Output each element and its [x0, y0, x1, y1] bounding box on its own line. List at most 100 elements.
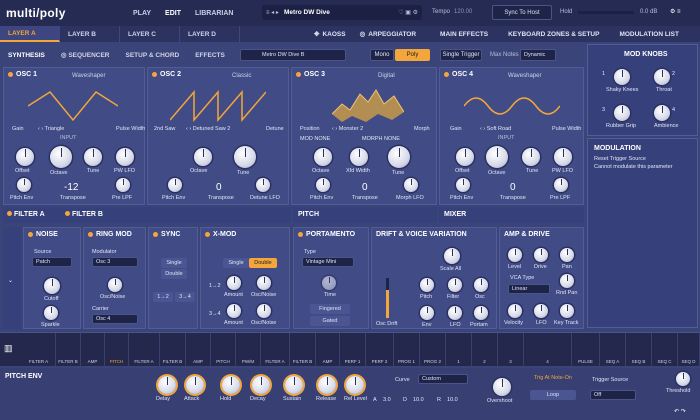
tab-keyboard-zones[interactable]: KEYBOARD ZONES & SETUP: [508, 31, 599, 38]
power-icon[interactable]: [65, 211, 70, 216]
xmod-amount-2-knob[interactable]: [227, 304, 241, 318]
curve-select[interactable]: Custom: [418, 374, 468, 384]
amp-lfo-knob[interactable]: [534, 304, 548, 318]
attack-curve-value[interactable]: 3.0: [383, 397, 391, 403]
poly-button[interactable]: Poly: [395, 49, 430, 61]
preset-icons[interactable]: ♡ ▣ ⚙: [398, 9, 418, 16]
env-knob-2[interactable]: [222, 376, 240, 394]
single-trigger-button[interactable]: Single Trigger: [440, 49, 482, 61]
octave-knob[interactable]: [50, 146, 72, 168]
osc-knob[interactable]: [474, 278, 488, 292]
layer-a-tab[interactable]: LAYER A: [0, 26, 60, 42]
mod-source-24[interactable]: SEQ D: [678, 333, 700, 367]
power-icon[interactable]: [296, 72, 301, 77]
loop-button[interactable]: Loop: [530, 390, 576, 400]
pitch-env-knob[interactable]: [17, 178, 31, 192]
morph-source[interactable]: MORPH NONE: [362, 136, 400, 142]
mod-source-5[interactable]: FILTER B: [160, 333, 186, 367]
tab-librarian[interactable]: LIBRARIAN: [195, 10, 234, 17]
env-knob-4[interactable]: [285, 376, 303, 394]
portamento-title[interactable]: PORTAMENTO: [298, 231, 355, 238]
level-knob[interactable]: [508, 248, 522, 262]
xmod-single-button[interactable]: Single: [223, 258, 249, 268]
mod-source-16[interactable]: 1: [446, 333, 472, 367]
type-select[interactable]: Vintage Mini: [302, 257, 354, 267]
lfo-knob[interactable]: [448, 306, 462, 320]
trigger-source-select[interactable]: Off: [590, 390, 636, 400]
mono-button[interactable]: Mono: [370, 49, 394, 61]
transpose-value[interactable]: 0: [216, 182, 222, 193]
modulator-select[interactable]: Osc 3: [92, 257, 138, 267]
tab-kaoss[interactable]: ✥ KAOSS: [314, 30, 346, 39]
overshoot-knob[interactable]: [493, 378, 511, 396]
env-knob-1[interactable]: [186, 376, 204, 394]
fingered-button[interactable]: Fingered: [310, 304, 350, 314]
mod-source-10[interactable]: FILTER B: [290, 333, 316, 367]
tune-knob[interactable]: [234, 146, 256, 168]
pwlfo-knob[interactable]: [116, 148, 134, 166]
mixer-tab[interactable]: MIXER: [444, 211, 466, 218]
power-icon[interactable]: [152, 72, 157, 77]
pitch-env-knob[interactable]: [168, 178, 182, 192]
xmod-double-button[interactable]: Double: [249, 258, 277, 268]
transpose-value[interactable]: 0: [510, 182, 516, 193]
env-knob[interactable]: [420, 306, 434, 320]
octave-knob[interactable]: [194, 148, 212, 166]
pitch-tab[interactable]: PITCH: [298, 211, 319, 218]
tab-sequencer[interactable]: ◎ SEQUENCER: [61, 51, 110, 59]
xmod-oscnoise-2-knob[interactable]: [257, 304, 271, 318]
menu-icon[interactable]: ≡ ◂ ▸: [266, 9, 279, 16]
osc-3-shape[interactable]: ‹ › Monster 2: [332, 126, 363, 132]
mod-source-13[interactable]: PERF 2: [366, 333, 394, 367]
level-meter[interactable]: [578, 11, 634, 14]
osc-drift-slider[interactable]: [386, 278, 389, 318]
transpose-value[interactable]: 0: [362, 182, 368, 193]
settings-icon[interactable]: ⚙ ≡: [670, 8, 681, 15]
mod-knob-2[interactable]: [654, 69, 670, 85]
osc-1-title[interactable]: OSC 1: [8, 71, 37, 78]
osc-2-type[interactable]: Classic: [232, 73, 251, 79]
release-curve-value[interactable]: 10.0: [447, 397, 458, 403]
offset-knob[interactable]: [456, 148, 474, 166]
layer-preset-selector[interactable]: Metro DW Dive B: [240, 49, 346, 61]
transpose-value[interactable]: -12: [64, 182, 78, 193]
power-icon[interactable]: [7, 211, 12, 216]
tab-edit[interactable]: EDIT: [165, 10, 181, 17]
trig-at-note-on-toggle[interactable]: Trig At Note-On: [530, 373, 576, 383]
env-knob-0[interactable]: [158, 376, 176, 394]
pitch-env-knob[interactable]: [456, 178, 470, 192]
time-knob[interactable]: [322, 276, 336, 290]
osc-4-title[interactable]: OSC 4: [444, 71, 473, 78]
octave-knob[interactable]: [486, 146, 508, 168]
power-icon[interactable]: [88, 232, 93, 237]
decay-curve-value[interactable]: 10.0: [413, 397, 424, 403]
osc-3-type[interactable]: Digital: [378, 73, 395, 79]
threshold-knob[interactable]: [676, 372, 690, 386]
rnd-pan-knob[interactable]: [560, 274, 574, 288]
pitch-knob[interactable]: [420, 278, 434, 292]
xmod-oscnoise-1-knob[interactable]: [257, 276, 271, 290]
mod-knob-1[interactable]: [614, 69, 630, 85]
keyboard-icon[interactable]: ▥: [4, 343, 13, 354]
mod-source-7[interactable]: PITCH: [211, 333, 236, 367]
ring-mod-title[interactable]: RING MOD: [88, 231, 132, 238]
xmod-title[interactable]: X-MOD: [205, 231, 236, 238]
scale-all-knob[interactable]: [444, 248, 460, 264]
env-knob-3[interactable]: [252, 376, 270, 394]
pre-lpf-knob[interactable]: [116, 178, 130, 192]
osc-1-type[interactable]: Waveshaper: [72, 73, 105, 79]
morph-lfo-knob[interactable]: [404, 178, 418, 192]
tune-knob[interactable]: [522, 148, 540, 166]
mod-source-0[interactable]: FILTER A: [22, 333, 56, 367]
mod-source-22[interactable]: SEQ B: [626, 333, 652, 367]
mod-source-4[interactable]: FILTER A: [129, 333, 160, 367]
filter-knob[interactable]: [448, 278, 462, 292]
mod-knob-4[interactable]: [654, 105, 670, 121]
mod-source-23[interactable]: SEQ C: [652, 333, 678, 367]
velocity-knob[interactable]: [508, 304, 522, 318]
tab-modulation-list[interactable]: MODULATION LIST: [619, 31, 678, 38]
mod-source-15[interactable]: PROG 2: [420, 333, 446, 367]
mod-source-8[interactable]: PW/M: [236, 333, 261, 367]
power-icon[interactable]: [8, 72, 13, 77]
xfd-width-knob[interactable]: [350, 148, 368, 166]
